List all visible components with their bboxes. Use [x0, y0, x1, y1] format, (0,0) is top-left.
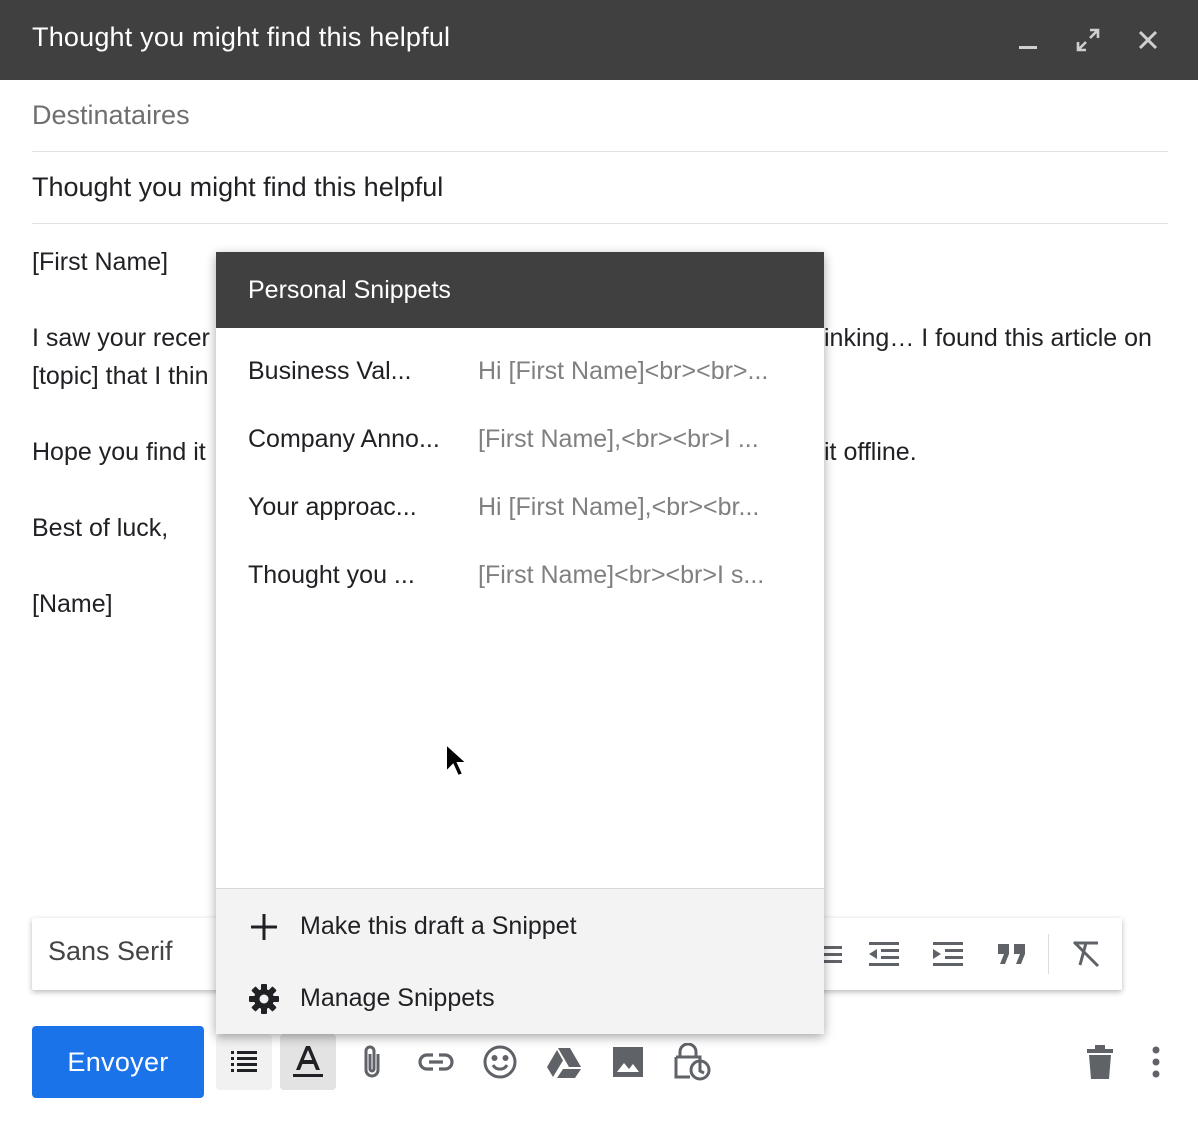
toolbar-divider	[1048, 934, 1049, 974]
minimize-icon[interactable]	[1010, 22, 1046, 58]
close-icon[interactable]	[1130, 22, 1166, 58]
snippets-icon[interactable]	[216, 1034, 272, 1090]
subject-text: Thought you might find this helpful	[32, 172, 444, 202]
body-line: inking… I found this article on	[824, 324, 1152, 352]
make-snippet-label: Make this draft a Snippet	[300, 912, 577, 940]
link-icon[interactable]	[408, 1034, 464, 1090]
more-options-icon[interactable]	[1128, 1034, 1184, 1090]
body-line: I saw your recer	[32, 324, 210, 352]
expand-icon[interactable]	[1070, 22, 1106, 58]
make-snippet-button[interactable]: Make this draft a Snippet	[216, 891, 824, 963]
photo-icon[interactable]	[600, 1034, 656, 1090]
recipients-field[interactable]: Destinataires	[32, 80, 1168, 152]
snippet-name: Your approac...	[248, 493, 417, 521]
snippets-popup: Personal Snippets Business Val... Hi [Fi…	[216, 252, 824, 1034]
snippet-name: Thought you ...	[248, 561, 415, 589]
body-line: [First Name]	[32, 248, 169, 276]
indent-more-icon[interactable]	[930, 936, 966, 972]
snippet-preview: [First Name]<br><br>I s...	[478, 561, 765, 589]
snippet-preview: Hi [First Name]<br><br>...	[478, 357, 769, 385]
plus-icon	[246, 909, 282, 945]
formatting-icon[interactable]	[280, 1034, 336, 1090]
drive-icon[interactable]	[536, 1034, 592, 1090]
snippet-item[interactable]: Business Val... Hi [First Name]<br><br>.…	[216, 338, 824, 406]
snippet-preview: [First Name],<br><br>I ...	[478, 425, 759, 453]
quote-icon[interactable]	[994, 936, 1030, 972]
snippet-preview: Hi [First Name],<br><br...	[478, 493, 760, 521]
snippets-footer: Make this draft a Snippet Manage Snippet…	[216, 888, 824, 1034]
snippets-header: Personal Snippets	[216, 252, 824, 328]
snippets-title: Personal Snippets	[248, 276, 451, 304]
confidential-icon[interactable]	[664, 1034, 720, 1090]
emoji-icon[interactable]	[472, 1034, 528, 1090]
compose-title-bar[interactable]: Thought you might find this helpful	[0, 0, 1198, 80]
body-line: it offline.	[824, 438, 917, 466]
subject-field[interactable]: Thought you might find this helpful	[32, 152, 1168, 224]
body-line: [topic] that I thin	[32, 362, 209, 390]
compose-title: Thought you might find this helpful	[32, 22, 451, 52]
remove-formatting-icon[interactable]	[1068, 936, 1104, 972]
snippet-item[interactable]: Thought you ... [First Name]<br><br>I s.…	[216, 542, 824, 610]
send-button[interactable]: Envoyer	[32, 1026, 204, 1098]
font-select[interactable]: Sans Serif	[48, 936, 173, 967]
snippet-item[interactable]: Your approac... Hi [First Name],<br><br.…	[216, 474, 824, 542]
snippet-item[interactable]: Company Anno... [First Name],<br><br>I .…	[216, 406, 824, 474]
manage-snippets-label: Manage Snippets	[300, 984, 495, 1012]
snippet-name: Company Anno...	[248, 425, 440, 453]
body-line: [Name]	[32, 590, 113, 618]
recipients-placeholder: Destinataires	[32, 100, 190, 130]
trash-icon[interactable]	[1072, 1034, 1128, 1090]
body-line: Hope you find it	[32, 438, 206, 466]
snippet-name: Business Val...	[248, 357, 412, 385]
manage-snippets-button[interactable]: Manage Snippets	[216, 963, 824, 1035]
mouse-cursor-icon	[444, 741, 470, 783]
gear-icon	[246, 981, 282, 1017]
body-line: Best of luck,	[32, 514, 169, 542]
attach-icon[interactable]	[344, 1034, 400, 1090]
indent-less-icon[interactable]	[866, 936, 902, 972]
